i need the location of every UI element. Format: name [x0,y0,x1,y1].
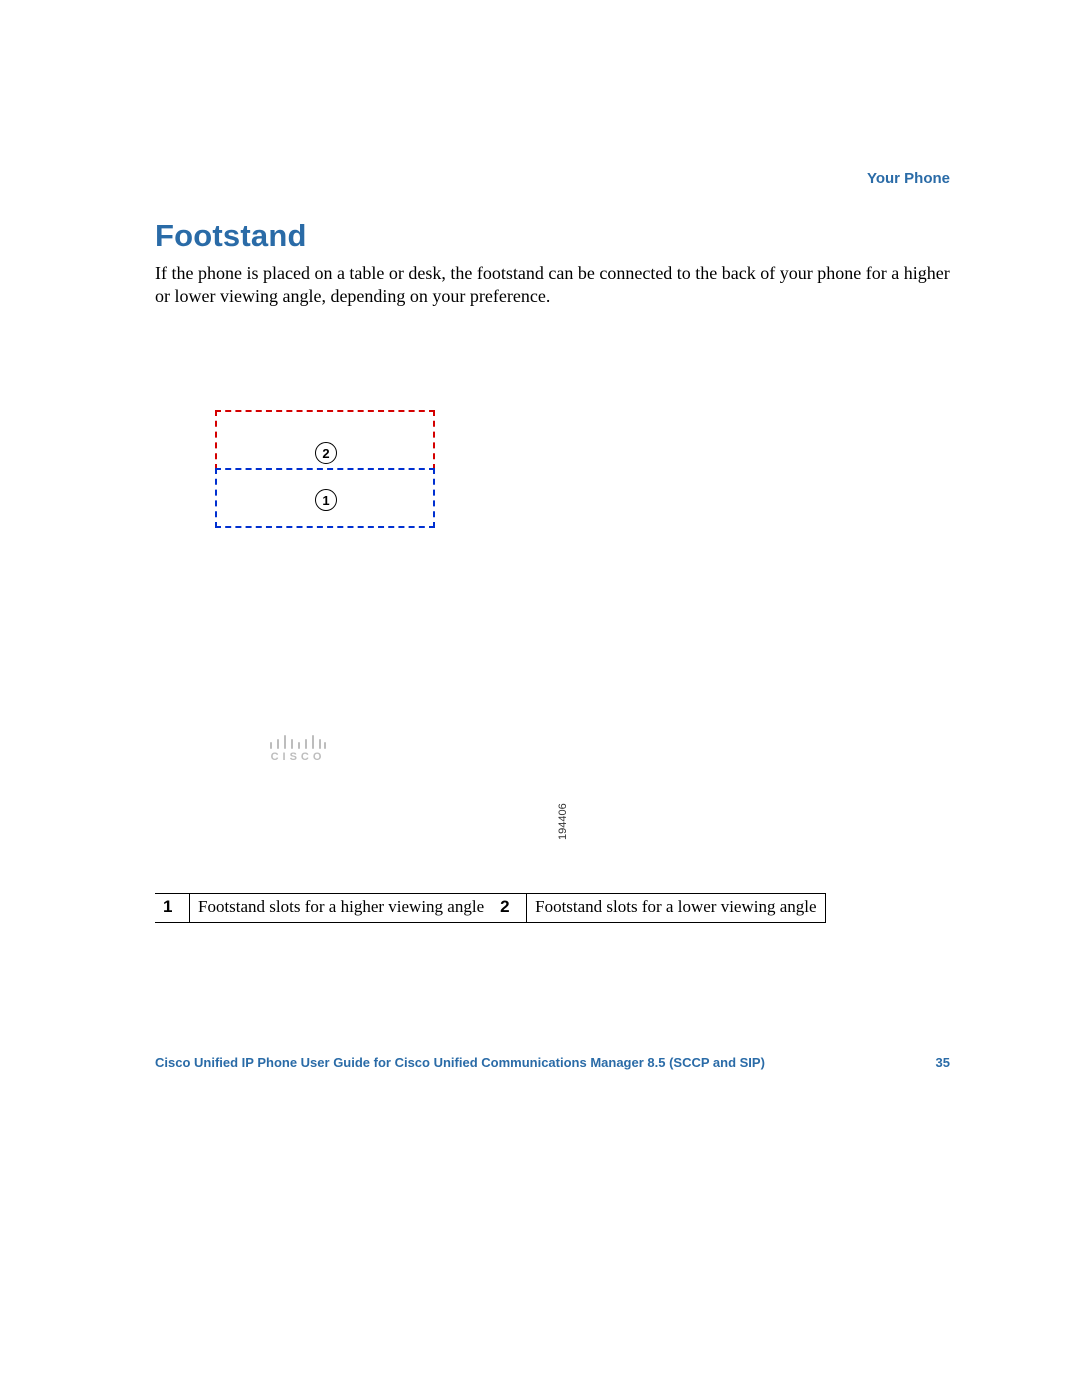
callout-number-cell: 2 [492,894,527,923]
figure-image-id: 194406 [557,803,569,840]
callout-circle-1: 1 [315,489,337,511]
footstand-diagram [215,410,435,540]
section-heading: Footstand [155,218,307,254]
page-footer: Cisco Unified IP Phone User Guide for Ci… [155,1050,950,1070]
cisco-logo-icon: CISCO [268,735,328,765]
callout-number-cell: 1 [155,894,190,923]
cisco-bridge-bars-icon [268,735,328,750]
cisco-logo-text: CISCO [268,751,328,763]
footer-document-title: Cisco Unified IP Phone User Guide for Ci… [155,1055,765,1070]
footstand-figure: 2 1 CISCO [155,320,655,880]
callout-description-cell: Footstand slots for a lower viewing angl… [527,894,825,923]
callout-circle-2: 2 [315,442,337,464]
running-header: Your Phone [867,170,950,187]
section-body-text: If the phone is placed on a table or des… [155,262,950,309]
table-row: 1 Footstand slots for a higher viewing a… [155,894,825,923]
callout-description-cell: Footstand slots for a higher viewing ang… [190,894,493,923]
footer-page-number: 35 [936,1055,950,1070]
callout-legend-table: 1 Footstand slots for a higher viewing a… [155,893,826,923]
document-page: Your Phone Footstand If the phone is pla… [0,0,1080,1397]
